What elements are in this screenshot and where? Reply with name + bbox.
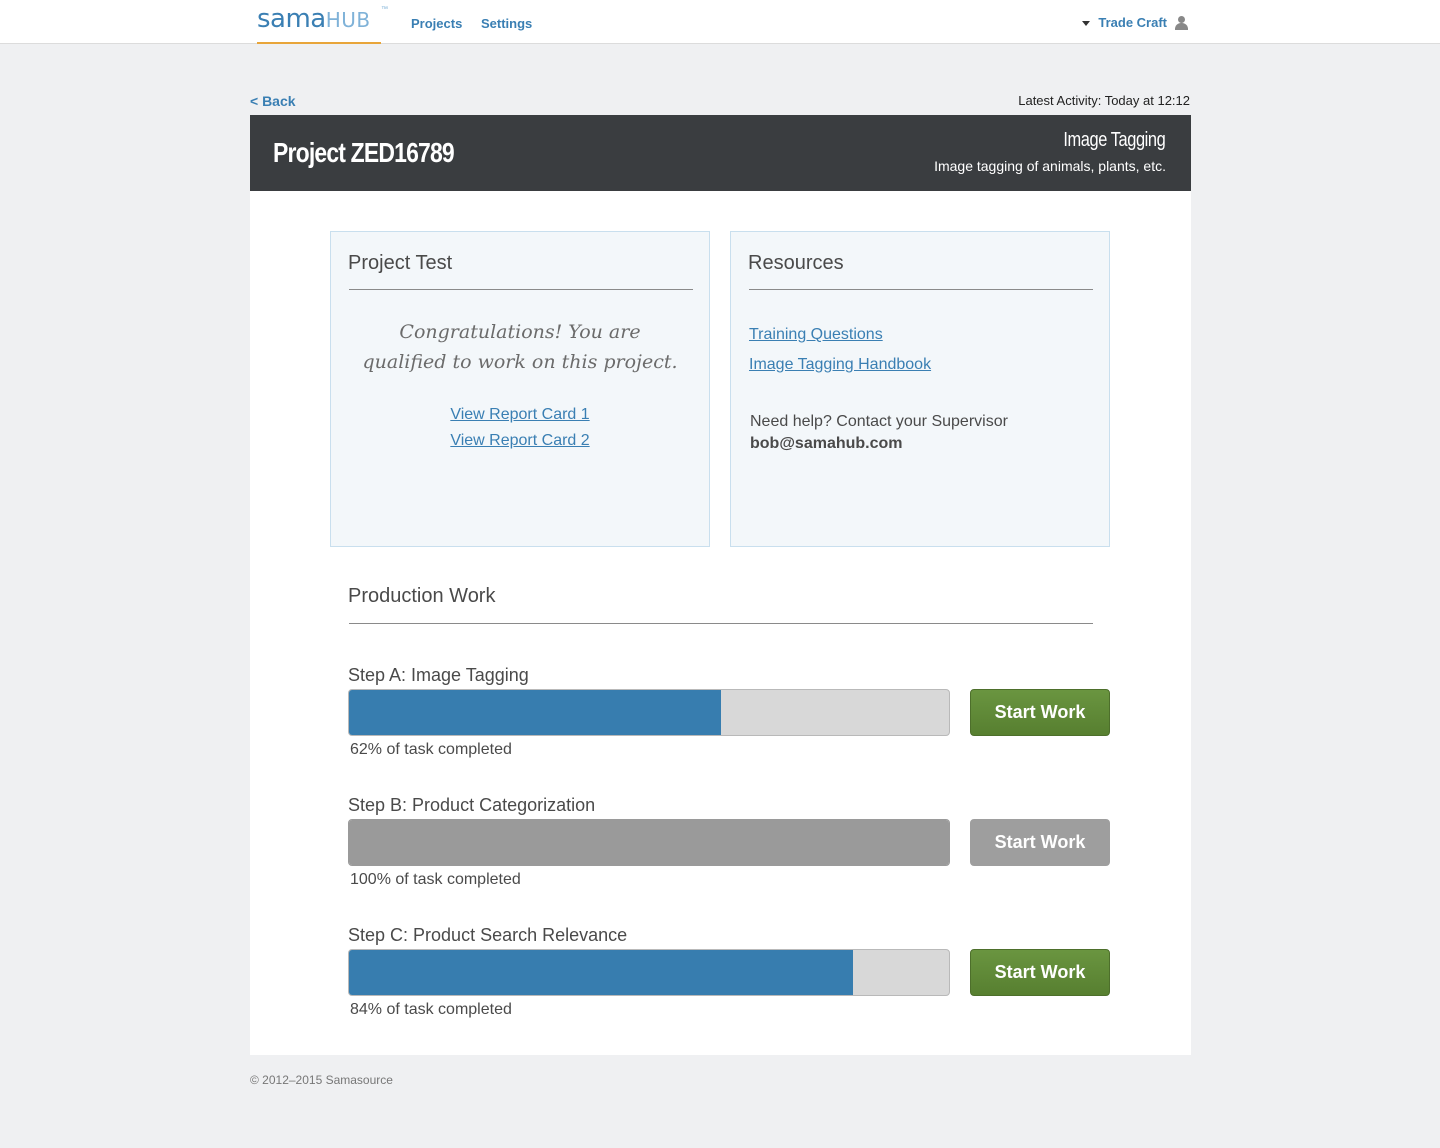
progress-fill [349,950,853,995]
report-card-2-link[interactable]: View Report Card 2 [331,428,709,454]
resources-panel: Resources Training Questions Image Taggi… [730,231,1110,547]
help-text: Need help? Contact your Supervisor [750,413,1008,430]
image-tagging-handbook-link[interactable]: Image Tagging Handbook [749,350,931,380]
user-name: Trade Craft [1098,15,1167,30]
progress-bar [348,819,950,866]
back-link[interactable]: < Back [250,93,296,109]
progress-fill [349,690,721,735]
user-menu[interactable]: Trade Craft [1082,15,1188,30]
divider [749,289,1093,290]
report-card-links: View Report Card 1 View Report Card 2 [331,402,709,454]
progress-bar [348,689,950,736]
logo-hub-text: HUB [325,8,371,32]
report-card-1-link[interactable]: View Report Card 1 [331,402,709,428]
user-icon [1174,15,1188,30]
progress-text: 100% of task completed [350,871,521,888]
step-label: Step B: Product Categorization [348,795,596,815]
resource-links: Training Questions Image Tagging Handboo… [749,320,931,380]
samahub-logo[interactable]: samaHUB ™ [257,4,388,44]
footer-copyright: © 2012–2015 Samasource [250,1073,393,1087]
logo-trademark: ™ [381,6,388,13]
start-work-button[interactable]: Start Work [970,689,1110,736]
progress-bar [348,949,950,996]
project-test-panel: Project Test Congratulations! You are qu… [330,231,710,547]
step-label: Step A: Image Tagging [348,665,529,685]
project-type: Image Tagging [1063,129,1165,151]
training-questions-link[interactable]: Training Questions [749,320,931,350]
nav-settings-link[interactable]: Settings [481,16,532,31]
project-test-heading: Project Test [348,252,453,274]
top-navigation-bar: samaHUB ™ Projects Settings Trade Craft [0,0,1440,44]
qualification-message-line2: qualified to work on this project. [362,351,678,373]
project-banner: Project ZED16789 Image Tagging Image tag… [250,115,1191,191]
divider [349,623,1093,624]
start-work-button[interactable]: Start Work [970,819,1110,866]
logo-sama-text: sama [257,4,326,34]
supervisor-email: bob@samahub.com [750,435,903,452]
production-work-heading: Production Work [348,585,496,607]
nav-projects-link[interactable]: Projects [411,16,462,31]
caret-down-icon [1082,21,1091,26]
supervisor-help: Need help? Contact your Supervisor bob@s… [750,411,1008,455]
progress-text: 62% of task completed [350,741,512,758]
start-work-button[interactable]: Start Work [970,949,1110,996]
latest-activity: Latest Activity: Today at 12:12 [1018,93,1190,108]
resources-heading: Resources [748,252,844,274]
qualification-message: Congratulations! You are qualified to wo… [331,317,709,377]
progress-text: 84% of task completed [350,1001,512,1018]
main-content: Project Test Congratulations! You are qu… [250,191,1191,1055]
step-label: Step C: Product Search Relevance [348,925,628,945]
progress-fill [349,820,949,865]
qualification-message-line1: Congratulations! You are [399,321,641,343]
divider [349,289,693,290]
project-description: Image tagging of animals, plants, etc. [934,158,1166,174]
project-title: Project ZED16789 [273,137,455,168]
